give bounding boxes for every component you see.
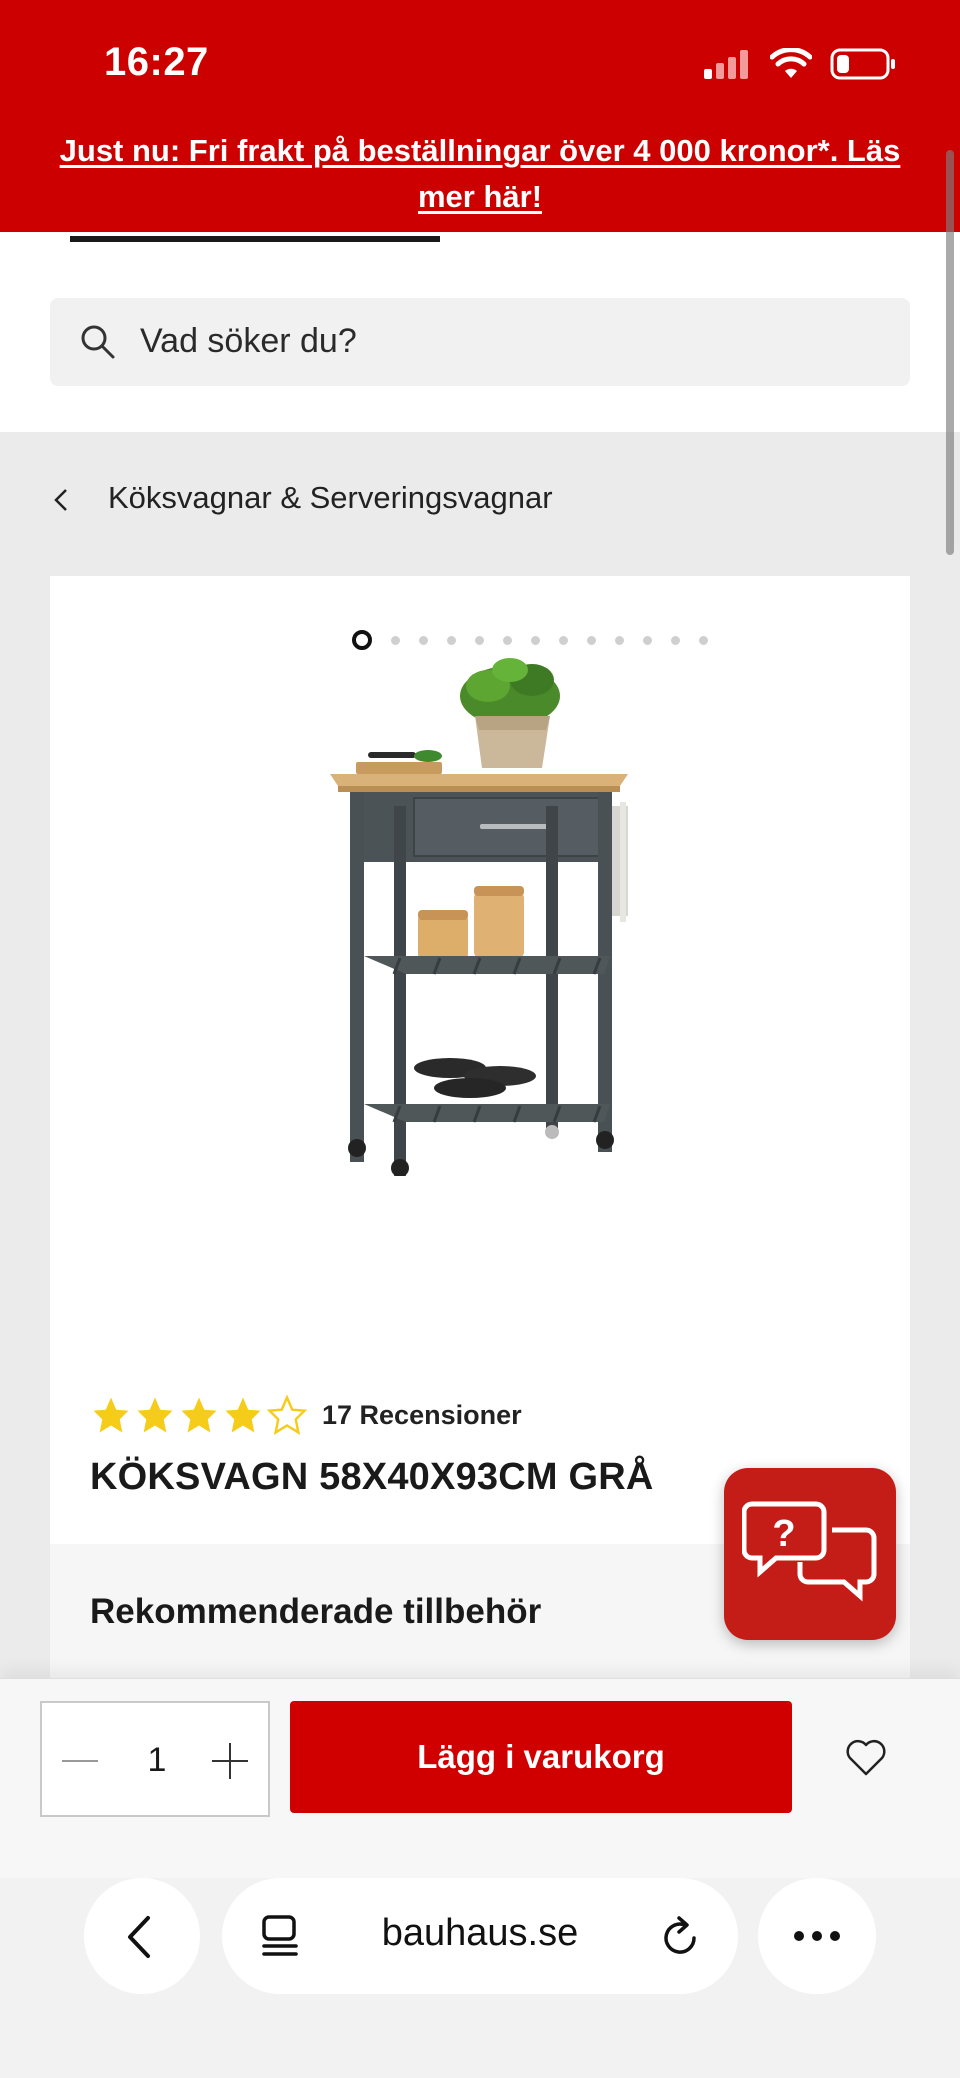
star-filled-icon	[181, 1397, 217, 1433]
site-header: Vad söker du?	[0, 232, 960, 432]
rating-stars	[90, 1394, 308, 1436]
wifi-icon	[770, 48, 812, 78]
gallery-dot[interactable]	[419, 635, 428, 645]
status-time: 16:27	[104, 40, 209, 84]
gallery-pagination[interactable]	[352, 628, 708, 652]
svg-text:?: ?	[772, 1513, 795, 1555]
recommended-title: Rekommenderade tillbehör	[90, 1592, 542, 1631]
chevron-left-icon	[128, 1916, 150, 1958]
gallery-dot[interactable]	[531, 635, 540, 645]
product-image[interactable]	[310, 656, 680, 1176]
gallery-dot[interactable]	[559, 635, 568, 645]
product-rating[interactable]: 17 Recensioner	[90, 1394, 522, 1436]
status-icons	[704, 44, 896, 84]
battery-icon	[830, 48, 895, 80]
reviews-count[interactable]: 17 Recensioner	[322, 1400, 522, 1431]
chat-question-icon: ?	[742, 1501, 877, 1602]
gallery-dot[interactable]	[587, 635, 596, 645]
chat-button[interactable]: ?	[724, 1468, 896, 1640]
plus-icon[interactable]	[210, 1741, 250, 1781]
search-icon	[81, 325, 115, 359]
breadcrumb-label: Köksvagnar & Serveringsvagnar	[108, 480, 553, 515]
gallery-dot[interactable]	[447, 635, 456, 645]
browser-toolbar: bauhaus.se	[0, 1878, 960, 2078]
promo-link[interactable]: Just nu: Fri frakt på beställningar över…	[40, 128, 920, 220]
star-empty-icon	[266, 1394, 308, 1436]
gallery-dot[interactable]	[615, 635, 624, 645]
gallery-dot[interactable]	[671, 635, 680, 645]
chevron-left-icon	[54, 489, 67, 511]
star-filled-icon	[225, 1397, 261, 1433]
logo[interactable]	[70, 232, 440, 242]
add-to-cart-button[interactable]: Lägg i varukorg	[290, 1701, 792, 1813]
gallery-dot[interactable]	[352, 630, 372, 650]
gallery-dot[interactable]	[503, 635, 512, 645]
product-title: KÖKSVAGN 58X40X93CM GRÅ	[90, 1456, 654, 1498]
promo-banner-area: 16:27 Just nu: Fri frakt på beställninga…	[0, 0, 960, 232]
address-bar[interactable]: bauhaus.se	[222, 1878, 738, 1994]
search-input[interactable]: Vad söker du?	[50, 298, 910, 386]
breadcrumb[interactable]: Köksvagnar & Serveringsvagnar	[0, 432, 960, 572]
reload-icon[interactable]	[658, 1912, 702, 1960]
quantity-stepper: 1	[40, 1701, 270, 1817]
browser-back-button[interactable]	[84, 1878, 200, 1994]
search-placeholder: Vad söker du?	[140, 322, 357, 360]
page: 16:27 Just nu: Fri frakt på beställninga…	[0, 0, 960, 2078]
star-filled-icon	[137, 1397, 173, 1433]
star-filled-icon	[93, 1397, 129, 1433]
gallery-dot[interactable]	[699, 635, 708, 645]
gallery-dot[interactable]	[391, 635, 400, 645]
plant-illustration	[460, 658, 560, 768]
more-icon	[794, 1931, 840, 1941]
heart-icon[interactable]	[844, 1737, 888, 1777]
signal-icon	[704, 50, 748, 79]
purchase-bar: 1 Lägg i varukorg	[0, 1678, 960, 1878]
gallery-dot[interactable]	[643, 635, 652, 645]
more-options-button[interactable]	[758, 1878, 876, 1994]
gallery-dot[interactable]	[475, 635, 484, 645]
